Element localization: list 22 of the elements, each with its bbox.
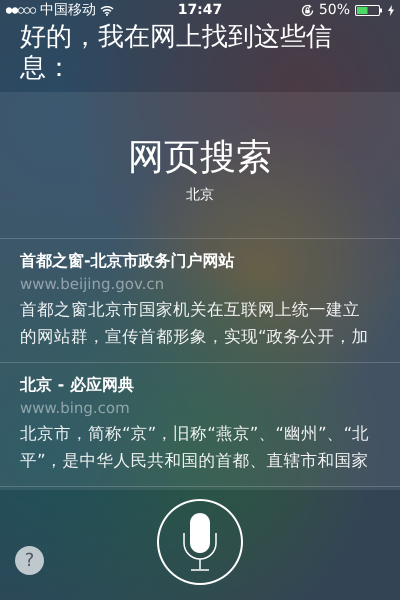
- result-snippet-line: 的网站群，宣传首都形象，实现“政务公开，加: [20, 326, 369, 348]
- card-title: 网页搜索: [128, 136, 272, 180]
- signal-icon: [6, 6, 36, 14]
- battery-icon: [355, 4, 383, 16]
- wifi-icon: [100, 4, 114, 16]
- battery-percent: 50%: [318, 2, 350, 18]
- result-url: www.bing.com: [20, 398, 130, 419]
- siri-reply: 好的，我在网上找到这些信息：: [18, 21, 333, 84]
- result-snippet-line: 北京市，简称“京”，旧称“燕京”、“幽州”、“北: [20, 423, 370, 445]
- result-url: www.beijing.gov.cn: [20, 274, 164, 295]
- clock-time: 17:47: [178, 2, 222, 18]
- search-query: 北京: [186, 186, 214, 204]
- carrier-name: 中国移动: [40, 1, 96, 19]
- microphone-button[interactable]: [157, 499, 243, 585]
- search-result[interactable]: 首都之窗-北京市政务门户网站 www.beijing.gov.cn 首都之窗北京市国家机关在互联网上统一建立 的网站群，宣传首都形象，实现“政务公开，加: [0, 239, 400, 363]
- microphone-icon: [183, 513, 217, 571]
- result-title: 首都之窗-北京市政务门户网站: [20, 250, 235, 272]
- search-result[interactable]: 北京 - 必应网典 www.bing.com 北京市，简称“京”，旧称“燕京”、“幽州”、“北 平”，是中华人民共和国的首都、直辖市和国家: [0, 363, 400, 487]
- help-button[interactable]: ?: [15, 546, 44, 575]
- result-snippet-line: 首都之窗北京市国家机关在互联网上统一建立: [20, 299, 360, 321]
- result-title: 北京 - 必应网典: [20, 374, 134, 396]
- result-snippet-line: 平”，是中华人民共和国的首都、直辖市和国家: [20, 450, 369, 472]
